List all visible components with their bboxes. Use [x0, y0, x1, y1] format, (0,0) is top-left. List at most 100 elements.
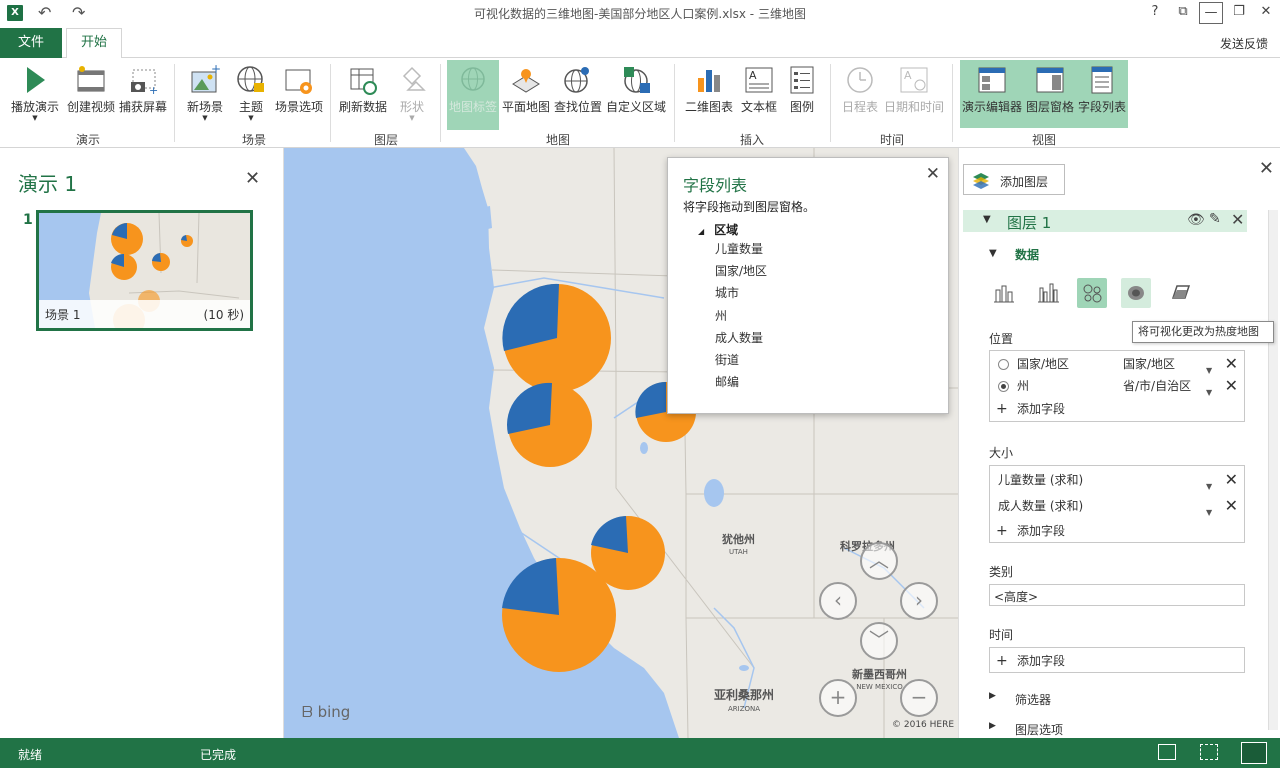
eye-icon[interactable]: 👁	[1187, 212, 1205, 228]
remove-field-icon[interactable]: ✕	[1225, 375, 1238, 397]
play-tour-button[interactable]: 播放演示 ▼	[8, 60, 62, 130]
radio-button-selected[interactable]	[998, 381, 1009, 392]
field-item[interactable]: 街道	[715, 349, 767, 371]
delete-layer-icon[interactable]: ✕	[1231, 210, 1244, 229]
feedback-link[interactable]: 发送反馈	[1220, 35, 1268, 52]
category-field[interactable]: <高度>	[989, 584, 1245, 606]
tour-editor-button[interactable]: 演示编辑器	[960, 60, 1024, 130]
create-video-button[interactable]: 创建视频	[64, 60, 118, 130]
date-time-icon: A	[898, 64, 930, 96]
map-labels-button[interactable]: 地图标签	[447, 60, 499, 130]
filters-section[interactable]: 筛选器	[1015, 691, 1051, 708]
layer-pane-close-icon[interactable]: ✕	[1259, 158, 1274, 179]
timeline-button[interactable]: 日程表	[838, 60, 882, 130]
chart-2d-button[interactable]: 二维图表	[682, 60, 736, 130]
remove-field-icon[interactable]: ✕	[1225, 353, 1238, 375]
refresh-data-button[interactable]: 刷新数据	[336, 60, 390, 130]
field-list-icon	[1086, 64, 1118, 96]
ribbon-display-icon[interactable]: ⧉	[1171, 2, 1195, 24]
expand-triangle-icon[interactable]: ▶	[989, 691, 996, 701]
scene-caption: 场景 1 (10 秒)	[39, 300, 250, 328]
zoom-out-button[interactable]: −	[900, 679, 938, 717]
heat-map-icon[interactable]	[1121, 278, 1151, 308]
add-layer-button[interactable]: 添加图层	[963, 164, 1065, 195]
add-field-row[interactable]: + 添加字段	[990, 398, 1244, 420]
plus-icon: +	[996, 523, 1008, 539]
group-label-scene: 场景	[241, 133, 266, 147]
minimize-button[interactable]: —	[1199, 2, 1223, 24]
category-label: 类别	[989, 565, 1014, 579]
layer-pane-button[interactable]: 图层窗格	[1024, 60, 1076, 130]
legend-button[interactable]: 图例	[782, 60, 822, 130]
tour-title: 演示 1	[18, 172, 78, 196]
layer-row[interactable]: ▼ 图层 1 👁 ✎ ✕	[963, 210, 1247, 232]
ribbon-separator	[174, 64, 175, 142]
tilt-up-button[interactable]: ︿	[860, 542, 898, 580]
field-items: 儿童数量 国家/地区 城市 州 成人数量 街道 邮编	[715, 238, 767, 393]
add-field-row[interactable]: + 添加字段	[990, 650, 1244, 672]
collapse-triangle-icon: ◢	[698, 227, 705, 236]
zoom-in-button[interactable]: +	[819, 679, 857, 717]
field-item[interactable]: 儿童数量	[715, 238, 767, 260]
location-row[interactable]: 州 省/市/自治区 ▼ ✕	[990, 375, 1244, 397]
tab-home[interactable]: 开始	[66, 28, 122, 59]
remove-field-icon[interactable]: ✕	[1225, 469, 1238, 491]
collapse-triangle-icon[interactable]: ▼	[983, 214, 991, 225]
clustered-column-icon[interactable]	[1033, 278, 1063, 308]
field-list-button[interactable]: 字段列表	[1076, 60, 1128, 130]
text-box-button[interactable]: A 文本框	[738, 60, 780, 130]
full-screen-icon[interactable]	[1241, 742, 1267, 764]
field-item[interactable]: 邮编	[715, 371, 767, 393]
pencil-icon[interactable]: ✎	[1209, 211, 1221, 227]
region-icon[interactable]	[1165, 278, 1195, 308]
bing-logo: ᗷ bing	[302, 703, 351, 721]
bubble-icon[interactable]	[1077, 278, 1107, 308]
capture-screen-button[interactable]: + 捕获屏幕	[116, 60, 170, 130]
rotate-right-button[interactable]: ›	[900, 582, 938, 620]
collapse-triangle-icon[interactable]: ▼	[989, 248, 997, 259]
field-item[interactable]: 成人数量	[715, 327, 767, 349]
scene-thumbnail[interactable]: 场景 1 (10 秒)	[36, 210, 253, 331]
location-row[interactable]: 国家/地区 国家/地区 ▼ ✕	[990, 353, 1244, 375]
tour-close-icon[interactable]: ✕	[245, 168, 260, 189]
layer-name: 图层 1	[1007, 214, 1052, 232]
tilt-down-button[interactable]: ﹀	[860, 622, 898, 660]
fit-view-icon[interactable]	[1200, 744, 1218, 760]
tab-file[interactable]: 文件	[0, 28, 62, 58]
screen-view-icon[interactable]	[1158, 744, 1176, 760]
shapes-button[interactable]: 形状 ▼	[392, 60, 432, 130]
date-time-button[interactable]: A 日期和时间	[882, 60, 946, 130]
layer-options-section[interactable]: 图层选项	[1015, 721, 1063, 738]
theme-button[interactable]: 主题 ▼	[232, 60, 270, 130]
shapes-icon	[396, 64, 428, 96]
add-field-row[interactable]: + 添加字段	[990, 520, 1244, 542]
restore-button[interactable]: ❐	[1227, 2, 1251, 24]
field-list-close-icon[interactable]: ✕	[926, 164, 940, 184]
help-button[interactable]: ?	[1143, 2, 1167, 24]
scene-duration: (10 秒)	[203, 308, 244, 322]
field-item[interactable]: 国家/地区	[715, 260, 767, 282]
custom-regions-button[interactable]: 自定义区域	[604, 60, 668, 130]
field-item[interactable]: 城市	[715, 282, 767, 304]
radio-button[interactable]	[998, 359, 1009, 370]
play-icon	[19, 64, 51, 96]
new-scene-button[interactable]: + 新场景 ▼	[182, 60, 228, 130]
stacked-column-icon[interactable]	[989, 278, 1019, 308]
find-location-button[interactable]: 查找位置	[552, 60, 604, 130]
ribbon-separator	[674, 64, 675, 142]
layers-icon	[973, 173, 989, 189]
time-box[interactable]: + 添加字段	[989, 647, 1245, 673]
size-row[interactable]: 儿童数量 (求和) ▼ ✕	[990, 469, 1244, 491]
field-group-region[interactable]: ◢ 区域	[698, 221, 738, 238]
expand-triangle-icon[interactable]: ▶	[989, 721, 996, 731]
flat-map-button[interactable]: 平面地图	[500, 60, 552, 130]
globe-icon	[235, 64, 267, 96]
tour-editor-icon	[976, 64, 1008, 96]
field-item[interactable]: 州	[715, 305, 767, 327]
layer-pane-scrollbar[interactable]	[1268, 210, 1278, 730]
rotate-left-button[interactable]: ‹	[819, 582, 857, 620]
close-button[interactable]: ✕	[1254, 2, 1278, 24]
remove-field-icon[interactable]: ✕	[1225, 495, 1238, 517]
scene-options-button[interactable]: 场景选项	[272, 60, 326, 130]
size-row[interactable]: 成人数量 (求和) ▼ ✕	[990, 495, 1244, 517]
